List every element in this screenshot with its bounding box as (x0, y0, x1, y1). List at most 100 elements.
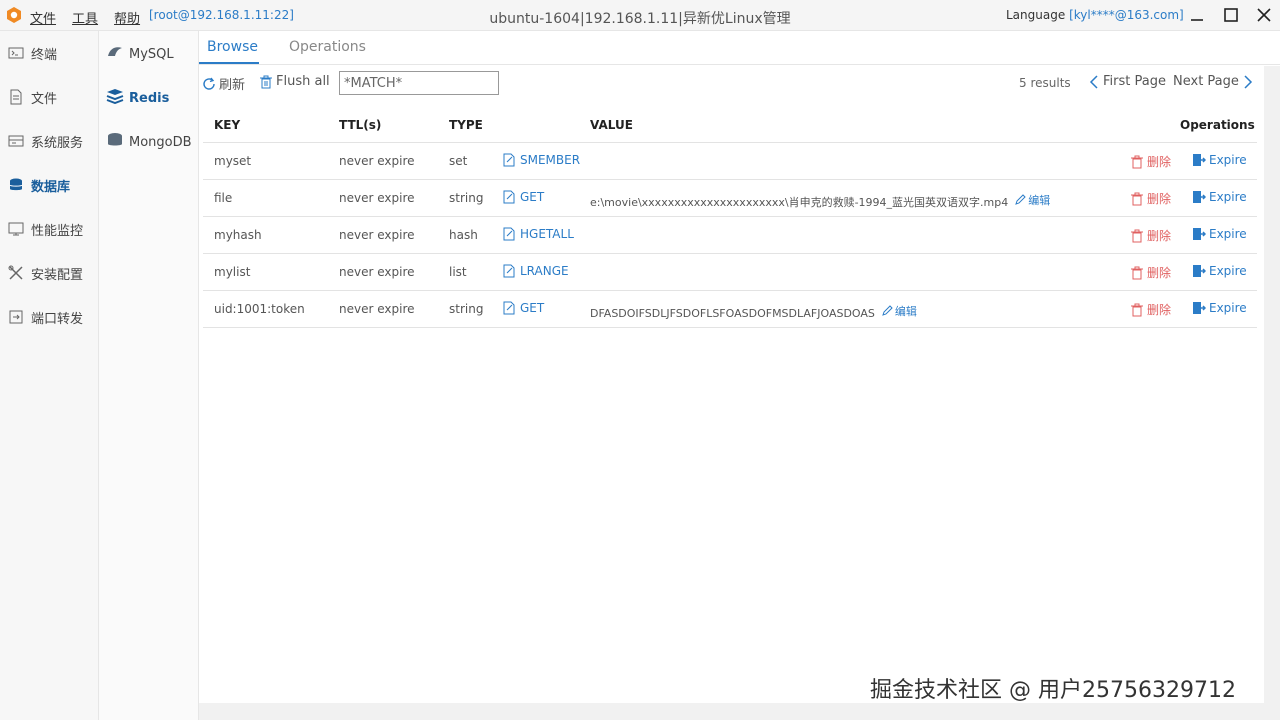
first-page-button[interactable]: First Page (1089, 74, 1166, 89)
table-header: KEY TTL(s) TYPE VALUE Operations (203, 107, 1257, 143)
sidebar-item-label: 数据库 (31, 179, 71, 195)
terminal-icon (8, 45, 24, 61)
trash-icon (1131, 155, 1143, 168)
delete-label: 删除 (1147, 229, 1172, 243)
expire-button[interactable]: Expire (1192, 227, 1247, 241)
delete-button[interactable]: 删除 (1130, 153, 1171, 170)
tab-browse[interactable]: Browse (207, 39, 258, 55)
db-item-mysql[interactable]: MySQL (99, 41, 199, 67)
sidebar-item-services[interactable]: 系统服务 (0, 126, 99, 156)
expire-button[interactable]: Expire (1192, 301, 1247, 315)
menu-tools[interactable]: 工具 (72, 8, 98, 27)
toolbar: 刷新 Flush all 5 results First Page Next P… (199, 66, 1280, 100)
table-row: myset never expire set SMEMBER 删除 Expire (203, 143, 1257, 180)
expire-label: Expire (1209, 301, 1247, 315)
sidebar-item-label: 安装配置 (31, 267, 84, 283)
delete-button[interactable]: 删除 (1130, 264, 1171, 281)
value-text: DFASDOIFSDLJFSDOFLSFOASDOFMSDLAFJOASDOAS (590, 307, 875, 320)
command-link[interactable]: SMEMBER (502, 153, 580, 167)
key-cell: uid:1001:token (214, 302, 305, 316)
sidebar-item-database[interactable]: 数据库 (0, 170, 99, 200)
expire-button[interactable]: Expire (1192, 264, 1247, 278)
document-icon (503, 301, 515, 315)
ttl-cell: never expire (339, 265, 415, 279)
left-sidebar: 终端 文件 系统服务 数据库 性能监控 安装配置 端口转发 (0, 31, 99, 720)
next-page-button[interactable]: Next Page (1173, 74, 1253, 89)
refresh-label: 刷新 (219, 78, 246, 93)
sidebar-item-terminal[interactable]: 终端 (0, 38, 99, 68)
chevron-right-icon (1244, 74, 1252, 89)
ttl-cell: never expire (339, 228, 415, 242)
sidebar-item-label: 系统服务 (31, 135, 84, 151)
language-button[interactable]: Language (1006, 8, 1065, 22)
expire-button[interactable]: Expire (1192, 153, 1247, 167)
menu-help[interactable]: 帮助 (114, 8, 140, 27)
type-cell: list (449, 265, 467, 279)
flush-all-button[interactable]: Flush all (259, 74, 330, 89)
ttl-cell: never expire (339, 154, 415, 168)
trash-icon (1131, 192, 1143, 205)
edit-label: 编辑 (894, 305, 917, 318)
edit-label: 编辑 (1028, 194, 1051, 207)
sidebar-item-install[interactable]: 安装配置 (0, 258, 99, 288)
header-type: TYPE (449, 118, 483, 132)
type-cell: set (449, 154, 468, 168)
vertical-scrollbar[interactable] (1264, 66, 1280, 720)
expire-label: Expire (1209, 264, 1247, 278)
expire-icon (1193, 154, 1206, 166)
maximize-button[interactable] (1219, 4, 1243, 26)
delete-button[interactable]: 删除 (1130, 190, 1171, 207)
close-icon (1257, 8, 1271, 22)
header-operations: Operations (1180, 118, 1255, 132)
sidebar-item-port-forward[interactable]: 端口转发 (0, 302, 99, 332)
delete-button[interactable]: 删除 (1130, 301, 1171, 318)
pencil-icon (1015, 194, 1026, 205)
command-link[interactable]: LRANGE (502, 264, 569, 278)
title-bar: 文件 工具 帮助 [root@192.168.1.11:22] ubuntu-1… (0, 0, 1280, 31)
expire-icon (1193, 191, 1206, 203)
key-cell: mylist (214, 265, 251, 279)
mysql-icon (106, 44, 124, 64)
sidebar-item-monitor[interactable]: 性能监控 (0, 214, 99, 244)
edit-link[interactable]: 编辑 (1014, 192, 1050, 208)
tab-operations[interactable]: Operations (289, 39, 366, 55)
results-count: 5 results (1019, 76, 1071, 90)
refresh-button[interactable]: 刷新 (202, 74, 245, 93)
sidebar-item-label: 终端 (31, 47, 58, 63)
pencil-icon (882, 305, 893, 316)
delete-button[interactable]: 删除 (1130, 227, 1171, 244)
command-link[interactable]: HGETALL (502, 227, 574, 241)
horizontal-scrollbar[interactable] (199, 703, 1264, 720)
menu-file[interactable]: 文件 (30, 8, 56, 27)
edit-link[interactable]: 编辑 (881, 303, 917, 319)
database-sidebar: MySQL Redis MongoDB (99, 31, 199, 720)
command-link[interactable]: GET (502, 301, 544, 315)
redis-icon (106, 88, 124, 108)
value-cell: e:\movie\xxxxxxxxxxxxxxxxxxxxxx\肖申克的救赎-1… (590, 192, 1050, 210)
sidebar-item-files[interactable]: 文件 (0, 82, 99, 112)
document-icon (503, 153, 515, 167)
file-icon (8, 89, 24, 105)
expire-label: Expire (1209, 153, 1247, 167)
command-link[interactable]: GET (502, 190, 544, 204)
account-label[interactable]: [kyl****@163.com] (1069, 8, 1184, 22)
db-item-redis[interactable]: Redis (99, 85, 199, 111)
command-label: GET (520, 190, 545, 204)
table-row: uid:1001:token never expire string GET D… (203, 291, 1257, 328)
value-cell: DFASDOIFSDLJFSDOFLSFOASDOFMSDLAFJOASDOAS… (590, 303, 917, 320)
tools-icon (8, 265, 24, 281)
command-label: GET (520, 301, 545, 315)
match-input[interactable] (339, 71, 499, 95)
command-label: LRANGE (520, 264, 569, 278)
trash-icon (260, 75, 272, 88)
db-item-mongodb[interactable]: MongoDB (99, 129, 199, 155)
trash-icon (1131, 303, 1143, 316)
expire-button[interactable]: Expire (1192, 190, 1247, 204)
header-value: VALUE (590, 118, 633, 132)
type-cell: string (449, 302, 484, 316)
close-button[interactable] (1252, 4, 1276, 26)
minimize-icon (1191, 19, 1203, 21)
sidebar-item-label: 端口转发 (31, 311, 84, 327)
minimize-button[interactable] (1185, 4, 1209, 26)
trash-icon (1131, 266, 1143, 279)
